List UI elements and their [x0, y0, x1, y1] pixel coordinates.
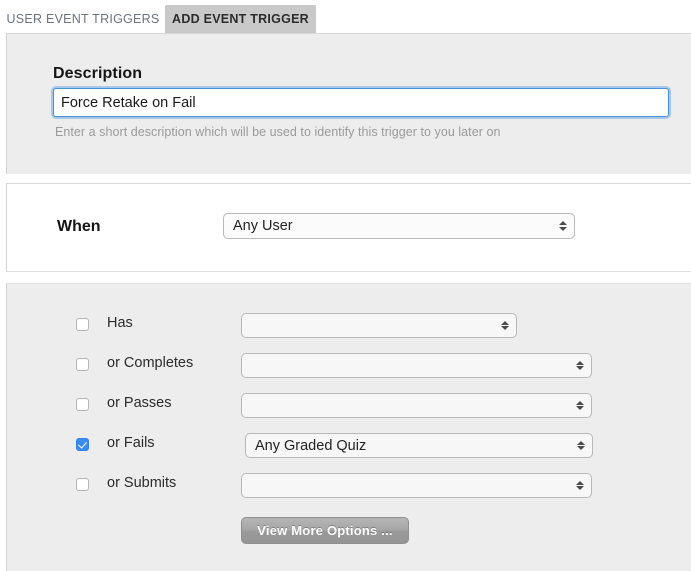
condition-checkbox[interactable] — [76, 398, 89, 411]
chevron-updown-icon — [575, 354, 584, 377]
when-select-wrapper: Any User — [223, 213, 575, 239]
tab-bar: USER EVENT TRIGGERS ADD EVENT TRIGGER — [0, 0, 691, 33]
conditions-panel: Has or Completes or Passes or Fails Any Grad… — [6, 283, 691, 571]
description-help-text: Enter a short description which will be … — [55, 125, 501, 139]
condition-row: or Completes — [7, 351, 691, 381]
condition-checkbox[interactable] — [76, 438, 89, 451]
condition-checkbox[interactable] — [76, 358, 89, 371]
tab-add-event-trigger-label: ADD EVENT TRIGGER — [172, 12, 309, 26]
when-label: When — [57, 218, 101, 235]
description-input-wrapper — [53, 88, 669, 117]
condition-select-value — [251, 314, 490, 337]
condition-row: Has — [7, 311, 691, 341]
condition-label: or Passes — [107, 395, 172, 411]
condition-select-wrapper — [241, 353, 592, 378]
condition-select[interactable] — [241, 393, 592, 418]
condition-checkbox[interactable] — [76, 318, 89, 331]
add-event-trigger-page: USER EVENT TRIGGERS ADD EVENT TRIGGER De… — [0, 0, 691, 571]
when-user-select-value: Any User — [233, 218, 293, 234]
chevron-updown-icon — [575, 474, 584, 497]
chevron-updown-icon — [558, 214, 567, 238]
condition-row: or Fails Any Graded Quiz — [7, 431, 691, 461]
condition-select[interactable]: Any Graded Quiz — [245, 433, 593, 458]
condition-label: or Fails — [107, 435, 155, 451]
condition-select-wrapper: Any Graded Quiz — [245, 433, 593, 458]
condition-label: or Completes — [107, 355, 194, 371]
view-more-options-button[interactable]: View More Options ... — [241, 517, 409, 544]
condition-label: Has — [107, 315, 133, 331]
condition-checkbox[interactable] — [76, 478, 89, 491]
condition-row: or Passes — [7, 391, 691, 421]
when-panel: When Any User — [6, 183, 691, 272]
view-more-options-label: View More Options ... — [257, 523, 393, 538]
tab-add-event-trigger[interactable]: ADD EVENT TRIGGER — [165, 5, 316, 33]
condition-select-value — [251, 394, 565, 417]
tab-user-event-triggers[interactable]: USER EVENT TRIGGERS — [6, 5, 160, 33]
chevron-updown-icon — [500, 314, 509, 337]
condition-select-value — [251, 354, 565, 377]
condition-select[interactable] — [241, 473, 592, 498]
condition-select-value: Any Graded Quiz — [255, 437, 367, 454]
condition-select-value — [251, 474, 565, 497]
condition-row: or Submits — [7, 471, 691, 501]
chevron-updown-icon — [576, 434, 585, 457]
description-title: Description — [53, 65, 143, 82]
condition-select[interactable] — [241, 353, 592, 378]
condition-select[interactable] — [241, 313, 517, 338]
tab-user-event-triggers-label: USER EVENT TRIGGERS — [6, 12, 160, 26]
description-input[interactable] — [53, 88, 669, 117]
when-user-select[interactable]: Any User — [223, 213, 575, 239]
condition-select-wrapper — [241, 313, 517, 338]
chevron-updown-icon — [575, 394, 584, 417]
description-panel: Description Enter a short description wh… — [6, 33, 691, 174]
condition-select-wrapper — [241, 393, 592, 418]
condition-label: or Submits — [107, 475, 177, 491]
condition-select-wrapper — [241, 473, 592, 498]
